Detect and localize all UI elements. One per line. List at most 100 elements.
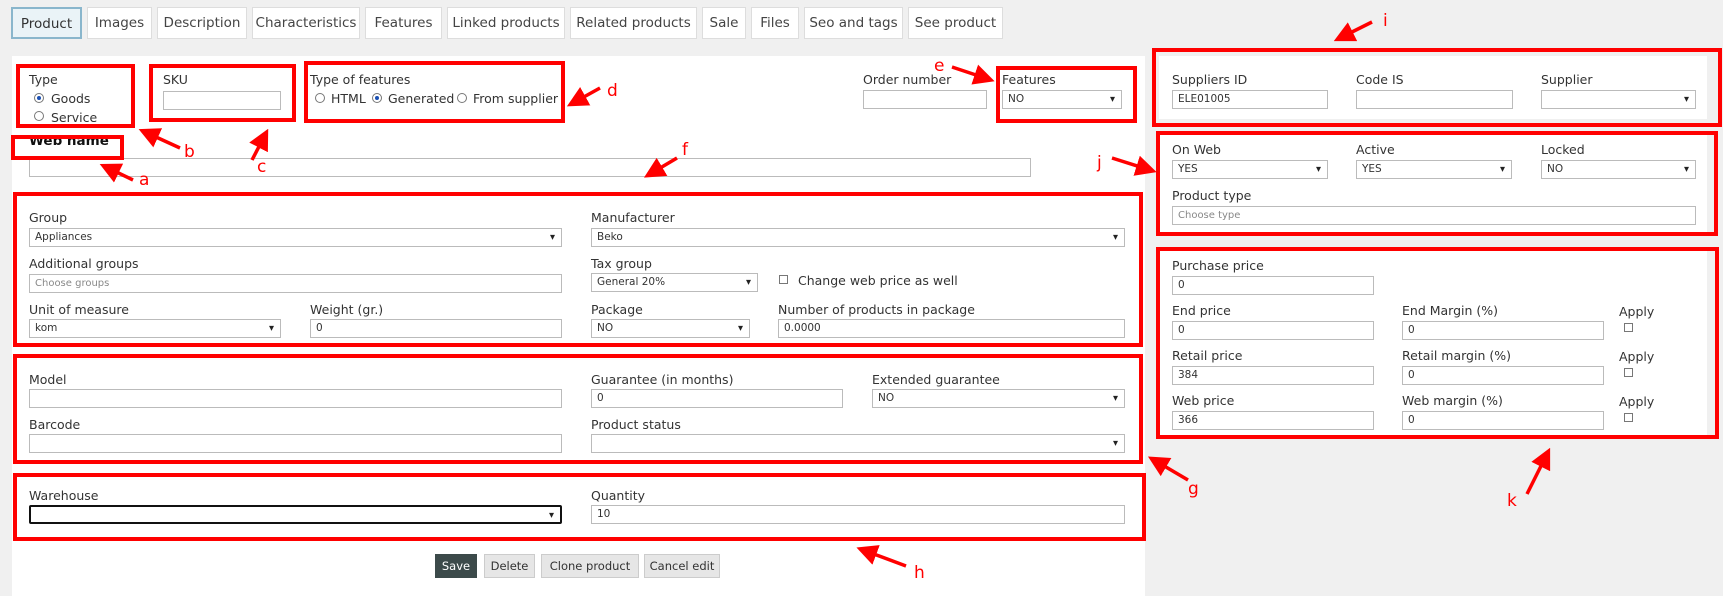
tab-product[interactable]: Product — [11, 7, 82, 39]
tab-seo-and-tags[interactable]: Seo and tags — [804, 7, 903, 39]
tab-images[interactable]: Images — [87, 7, 152, 39]
annotation-c: c — [257, 157, 267, 177]
retail-apply-checkbox[interactable] — [1624, 368, 1633, 377]
web-price-label: Web price — [1172, 393, 1235, 408]
retail-apply-label: Apply — [1619, 349, 1655, 364]
tab-features[interactable]: Features — [365, 7, 442, 39]
quantity-label: Quantity — [591, 488, 646, 503]
features-type-html-label: HTML — [331, 91, 366, 106]
tab-sale[interactable]: Sale — [702, 7, 746, 39]
retail-margin-label: Retail margin (%) — [1402, 348, 1511, 363]
group-label: Group — [29, 210, 68, 225]
web-apply-label: Apply — [1619, 394, 1655, 409]
barcode-label: Barcode — [29, 417, 81, 432]
type-service-label: Service — [51, 110, 98, 125]
tab-files[interactable]: Files — [751, 7, 799, 39]
active-label: Active — [1356, 142, 1395, 157]
annotation-k: k — [1507, 491, 1517, 511]
product-type-label: Product type — [1172, 188, 1252, 203]
web-margin-label: Web margin (%) — [1402, 393, 1503, 408]
type-label: Type — [29, 72, 58, 87]
sku-input[interactable] — [163, 91, 281, 110]
type-service-radio[interactable] — [34, 111, 44, 121]
arrow-i — [1333, 20, 1373, 42]
arrow-g — [1147, 456, 1189, 482]
retail-margin-input[interactable]: 0 — [1402, 366, 1604, 385]
num-in-package-label: Number of products in package — [778, 302, 975, 317]
supplier-select[interactable] — [1541, 90, 1696, 109]
annotation-b: b — [184, 142, 195, 162]
delete-button[interactable]: Delete — [484, 554, 535, 578]
features-type-label: Type of features — [310, 72, 411, 87]
purchase-price-input[interactable]: 0 — [1172, 276, 1374, 295]
tab-related-products[interactable]: Related products — [570, 7, 697, 39]
annotation-d: d — [607, 81, 618, 101]
guarantee-input[interactable]: 0 — [591, 389, 843, 408]
active-select[interactable]: YES — [1356, 160, 1512, 179]
order-number-input[interactable] — [863, 90, 987, 109]
quantity-input[interactable]: 10 — [591, 505, 1125, 524]
type-goods-label: Goods — [51, 91, 91, 106]
end-margin-input[interactable]: 0 — [1402, 321, 1604, 340]
end-margin-label: End Margin (%) — [1402, 303, 1499, 318]
group-select[interactable]: Appliances — [29, 228, 562, 247]
features-type-supplier-radio[interactable] — [457, 93, 467, 103]
package-select[interactable]: NO — [591, 319, 750, 338]
ext-guarantee-select[interactable]: NO — [872, 389, 1125, 408]
web-name-input[interactable] — [29, 158, 1031, 177]
product-type-input[interactable]: Choose type — [1172, 206, 1696, 225]
tab-linked-products[interactable]: Linked products — [447, 7, 565, 39]
barcode-input[interactable] — [29, 434, 562, 453]
tab-see-product[interactable]: See product — [908, 7, 1003, 39]
tab-characteristics[interactable]: Characteristics — [252, 7, 360, 39]
locked-select[interactable]: NO — [1541, 160, 1696, 179]
end-apply-checkbox[interactable] — [1624, 323, 1633, 332]
warehouse-select[interactable] — [29, 505, 562, 524]
type-goods-radio[interactable] — [34, 93, 44, 103]
supplier-label: Supplier — [1541, 72, 1593, 87]
supplier-panel — [1159, 56, 1707, 119]
features-type-html-radio[interactable] — [315, 93, 325, 103]
on-web-select[interactable]: YES — [1172, 160, 1328, 179]
num-in-package-input[interactable]: 0.0000 — [778, 319, 1125, 338]
web-name-label: Web name — [29, 133, 109, 149]
annotation-h: h — [914, 563, 925, 583]
cancel-edit-button[interactable]: Cancel edit — [644, 554, 720, 578]
annotation-e: e — [934, 56, 945, 76]
weight-input[interactable]: 0 — [310, 319, 562, 338]
annotation-g: g — [1188, 479, 1199, 499]
retail-price-input[interactable]: 384 — [1172, 366, 1374, 385]
warehouse-label: Warehouse — [29, 488, 99, 503]
clone-product-button[interactable]: Clone product — [541, 554, 639, 578]
retail-price-label: Retail price — [1172, 348, 1243, 363]
code-is-input[interactable] — [1356, 90, 1513, 109]
change-web-price-label: Change web price as well — [798, 273, 958, 288]
change-web-price-checkbox[interactable] — [779, 275, 788, 284]
features-type-generated-radio[interactable] — [372, 93, 382, 103]
model-input[interactable] — [29, 389, 562, 408]
code-is-label: Code IS — [1356, 72, 1404, 87]
features-type-generated-label: Generated — [388, 91, 455, 106]
additional-groups-input[interactable]: Choose groups — [29, 274, 562, 293]
unit-select[interactable]: kom — [29, 319, 281, 338]
status-select[interactable] — [591, 434, 1125, 453]
annotation-a: a — [139, 170, 150, 190]
end-apply-label: Apply — [1619, 304, 1655, 319]
annotation-j: j — [1097, 153, 1102, 173]
web-margin-input[interactable]: 0 — [1402, 411, 1604, 430]
locked-label: Locked — [1541, 142, 1585, 157]
web-price-input[interactable]: 366 — [1172, 411, 1374, 430]
suppliers-id-input[interactable]: ELE01005 — [1172, 90, 1328, 109]
manufacturer-select[interactable]: Beko — [591, 228, 1125, 247]
features-select[interactable]: NO — [1002, 90, 1122, 109]
web-apply-checkbox[interactable] — [1624, 413, 1633, 422]
package-label: Package — [591, 302, 643, 317]
annotation-i: i — [1383, 11, 1388, 31]
end-price-input[interactable]: 0 — [1172, 321, 1374, 340]
save-button[interactable]: Save — [435, 554, 477, 578]
tax-group-label: Tax group — [591, 256, 652, 271]
on-web-label: On Web — [1172, 142, 1221, 157]
tax-group-select[interactable]: General 20% — [591, 273, 758, 292]
tab-description[interactable]: Description — [157, 7, 247, 39]
sku-label: SKU — [163, 72, 188, 87]
